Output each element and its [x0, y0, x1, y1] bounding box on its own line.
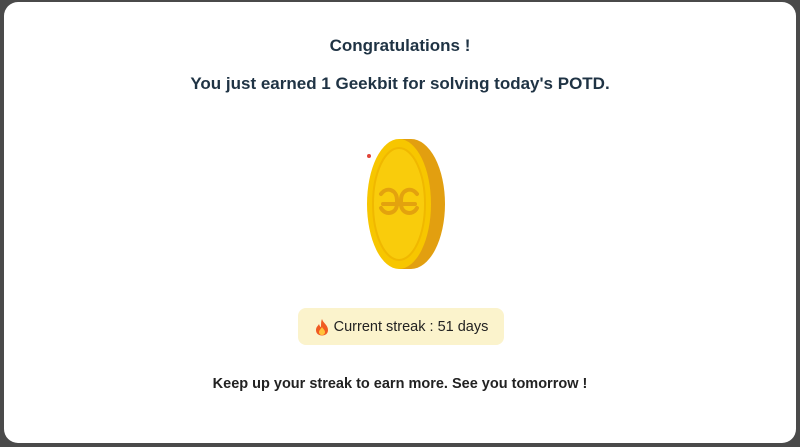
- modal-title: Congratulations !: [329, 36, 471, 55]
- reward-message: You just earned 1 Geekbit for solving to…: [190, 74, 610, 93]
- encouragement-text: Keep up your streak to earn more. See yo…: [212, 376, 588, 392]
- streak-badge: Current streak : 51 days: [298, 308, 504, 345]
- geekbit-coin-icon: [359, 134, 449, 274]
- streak-text: Current streak : 51 days: [333, 318, 489, 335]
- fire-icon: [314, 318, 330, 336]
- reward-modal: Congratulations ! You just earned 1 Geek…: [4, 2, 796, 443]
